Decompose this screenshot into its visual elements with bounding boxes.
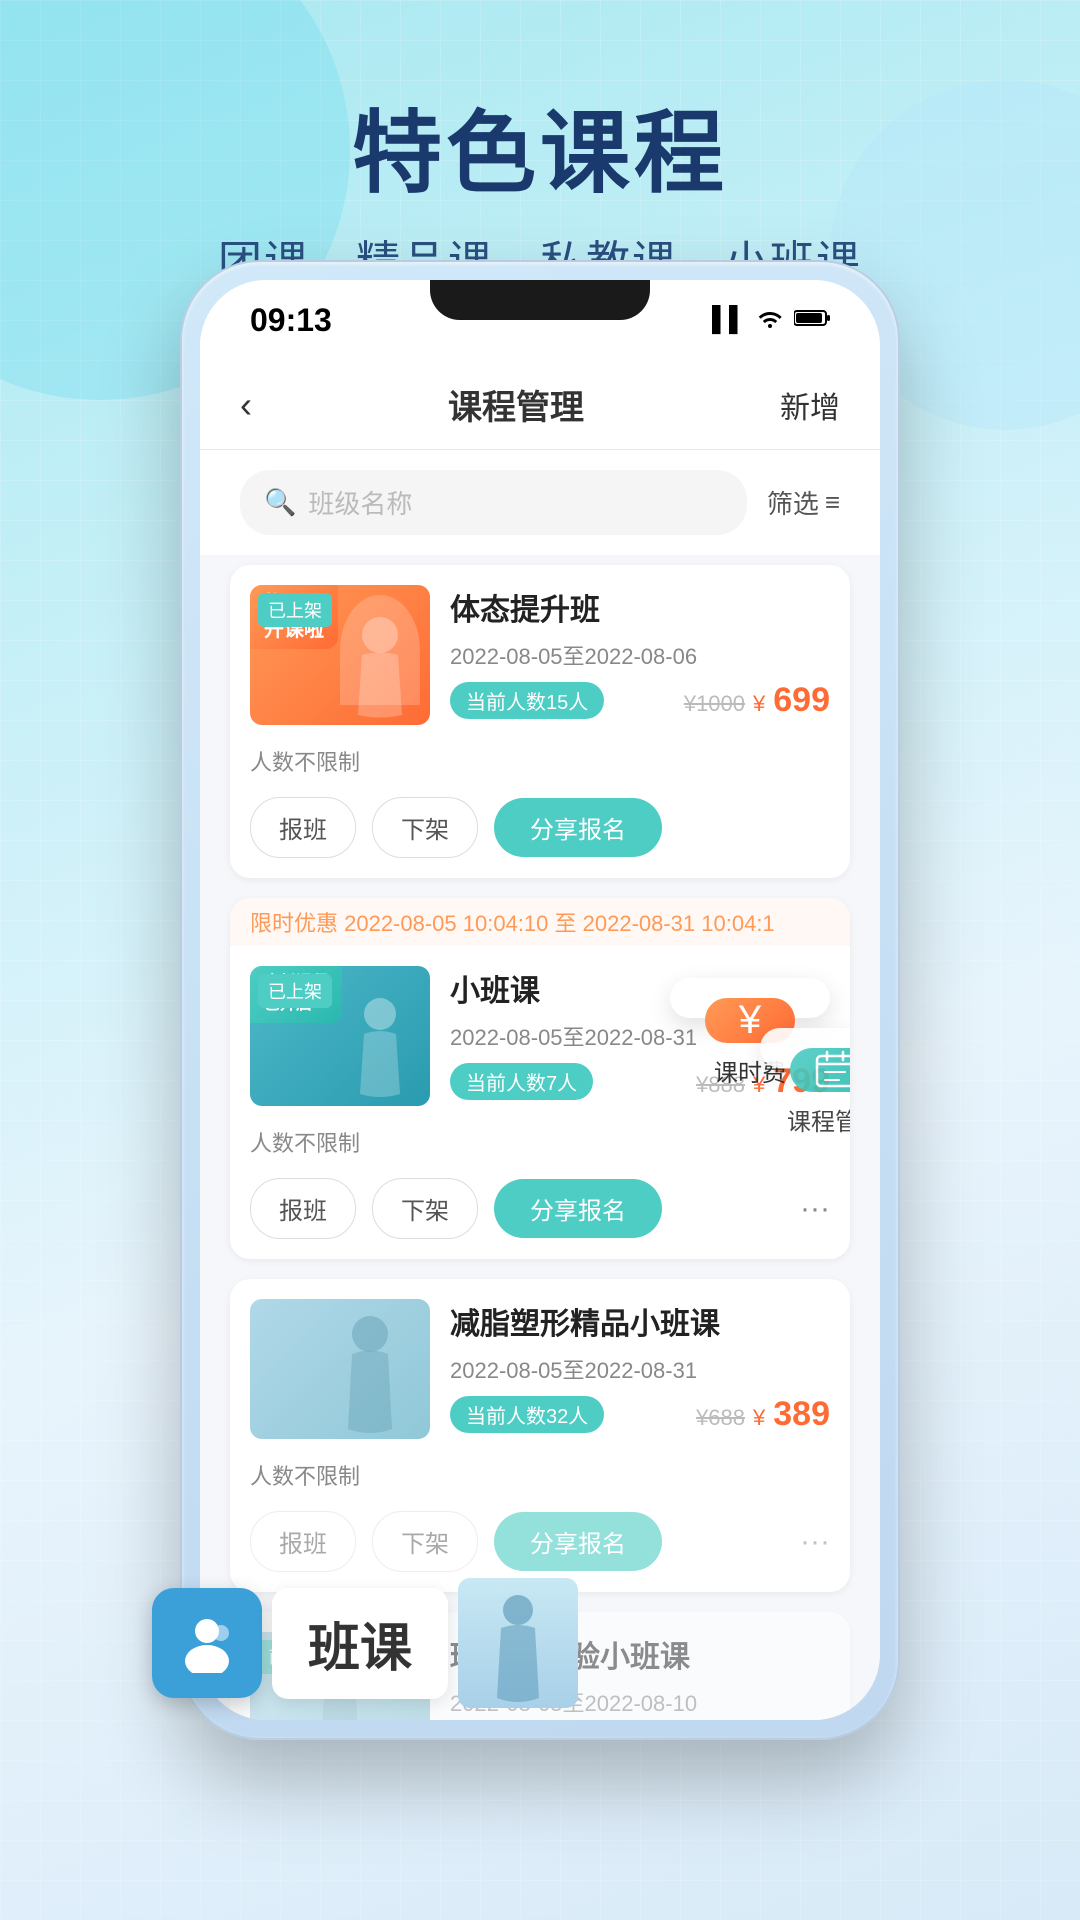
badge-people-3: 当前人数32人 <box>450 1396 604 1433</box>
phone-container: 09:13 ▌▌ ‹ 课程管理 新增 <box>180 260 900 1740</box>
card-actions-2: 报班 下架 分享报名 ··· <box>230 1168 850 1259</box>
search-input-wrap[interactable]: 🔍 班级名称 <box>240 470 747 535</box>
price-current-3: 389 <box>773 1395 830 1434</box>
search-input[interactable]: 班级名称 <box>308 484 412 521</box>
card-title-1: 体态提升班 <box>450 585 830 629</box>
card-limit-1: 人数不限制 <box>230 745 850 787</box>
search-bar: 🔍 班级名称 筛选 ≡ <box>200 450 880 555</box>
filter-label: 筛选 <box>767 484 819 521</box>
phone-screen: 09:13 ▌▌ ‹ 课程管理 新增 <box>200 280 880 1720</box>
card-date-1: 2022-08-05至2022-08-06 <box>450 639 830 671</box>
bottom-bar: 班课 <box>152 1578 578 1708</box>
price-symbol-3: ¥ <box>753 1405 765 1431</box>
hero-title: 特色课程 <box>0 80 1080 210</box>
price-original-1: ¥1000 <box>684 691 745 717</box>
btn-register-1[interactable]: 报班 <box>250 797 356 858</box>
course-card-3: 减脂塑形精品小班课 2022-08-05至2022-08-31 当前人数32人 … <box>230 1279 850 1592</box>
price-current-1: 699 <box>773 681 830 720</box>
card-info-3: 减脂塑形精品小班课 2022-08-05至2022-08-31 当前人数32人 … <box>450 1299 830 1439</box>
float-course-mgmt[interactable]: 课程管理 <box>760 1028 850 1068</box>
battery-icon <box>794 306 830 334</box>
btn-more-3[interactable]: ··· <box>800 1525 830 1559</box>
course-list: 找到开课啦 已上架 体态提升班 2022-08-05至2022-08-06 <box>200 555 880 1720</box>
btn-register-2[interactable]: 报班 <box>250 1178 356 1239</box>
badge-listed-2: 已上架 <box>258 974 332 1008</box>
card-info-1: 体态提升班 2022-08-05至2022-08-06 当前人数15人 ¥100… <box>450 585 830 725</box>
status-icons: ▌▌ <box>712 306 830 335</box>
btn-share-2[interactable]: 分享报名 <box>494 1179 662 1238</box>
bottom-label-text: 班课 <box>308 1620 412 1678</box>
phone-frame: 09:13 ▌▌ ‹ 课程管理 新增 <box>180 260 900 1740</box>
card-limit-2: 人数不限制 <box>230 1126 850 1168</box>
signal-icon: ▌▌ <box>712 306 746 334</box>
btn-share-1[interactable]: 分享报名 <box>494 798 662 857</box>
btn-share-3[interactable]: 分享报名 <box>494 1512 662 1571</box>
badge-people-2: 当前人数7人 <box>450 1063 593 1100</box>
status-time: 09:13 <box>250 302 332 339</box>
wifi-icon <box>756 306 784 335</box>
status-bar: 09:13 ▌▌ <box>200 280 880 360</box>
float-lesson-fee[interactable]: ¥ 课时费 <box>670 978 830 1018</box>
card-limit-3: 人数不限制 <box>230 1459 850 1501</box>
card-actions-1: 报班 下架 分享报名 <box>230 787 850 878</box>
notch <box>430 280 650 320</box>
bottom-person-figure <box>458 1578 578 1708</box>
nav-title: 课程管理 <box>448 380 584 429</box>
price-original-3: ¥688 <box>696 1405 745 1431</box>
nav-action-button[interactable]: 新增 <box>780 383 840 427</box>
hero-section: 特色课程 团课、精品课、私教课、小班课 <box>0 0 1080 290</box>
btn-more-2[interactable]: ··· <box>800 1192 830 1226</box>
card-title-3: 减脂塑形精品小班课 <box>450 1299 830 1343</box>
nav-bar: ‹ 课程管理 新增 <box>200 360 880 450</box>
price-symbol-1: ¥ <box>753 691 765 717</box>
course-card-1: 找到开课啦 已上架 体态提升班 2022-08-05至2022-08-06 <box>230 565 850 878</box>
filter-icon: ≡ <box>825 487 840 518</box>
bottom-label: 班课 <box>272 1588 448 1699</box>
course-image-1: 找到开课啦 已上架 <box>250 585 430 725</box>
course-image-3 <box>250 1299 430 1439</box>
promo-text-2: 限时优惠 2022-08-05 10:04:10 至 2022-08-31 10… <box>230 898 850 946</box>
course-card-2: 限时优惠 2022-08-05 10:04:10 至 2022-08-31 10… <box>230 898 850 1259</box>
course-image-2: 全新课程已开启 已上架 <box>250 966 430 1106</box>
btn-delist-1[interactable]: 下架 <box>372 797 478 858</box>
btn-delist-2[interactable]: 下架 <box>372 1178 478 1239</box>
back-button[interactable]: ‹ <box>240 384 252 426</box>
bottom-person-icon[interactable] <box>152 1588 262 1698</box>
badge-people-1: 当前人数15人 <box>450 682 604 719</box>
card-date-3: 2022-08-05至2022-08-31 <box>450 1353 830 1385</box>
badge-listed-1: 已上架 <box>258 593 332 627</box>
btn-register-3[interactable]: 报班 <box>250 1511 356 1572</box>
filter-button[interactable]: 筛选 ≡ <box>767 484 840 521</box>
course-mgmt-icon <box>790 1048 850 1092</box>
course-mgmt-label: 课程管理 <box>787 1102 850 1137</box>
btn-delist-3[interactable]: 下架 <box>372 1511 478 1572</box>
search-icon: 🔍 <box>264 487 296 518</box>
